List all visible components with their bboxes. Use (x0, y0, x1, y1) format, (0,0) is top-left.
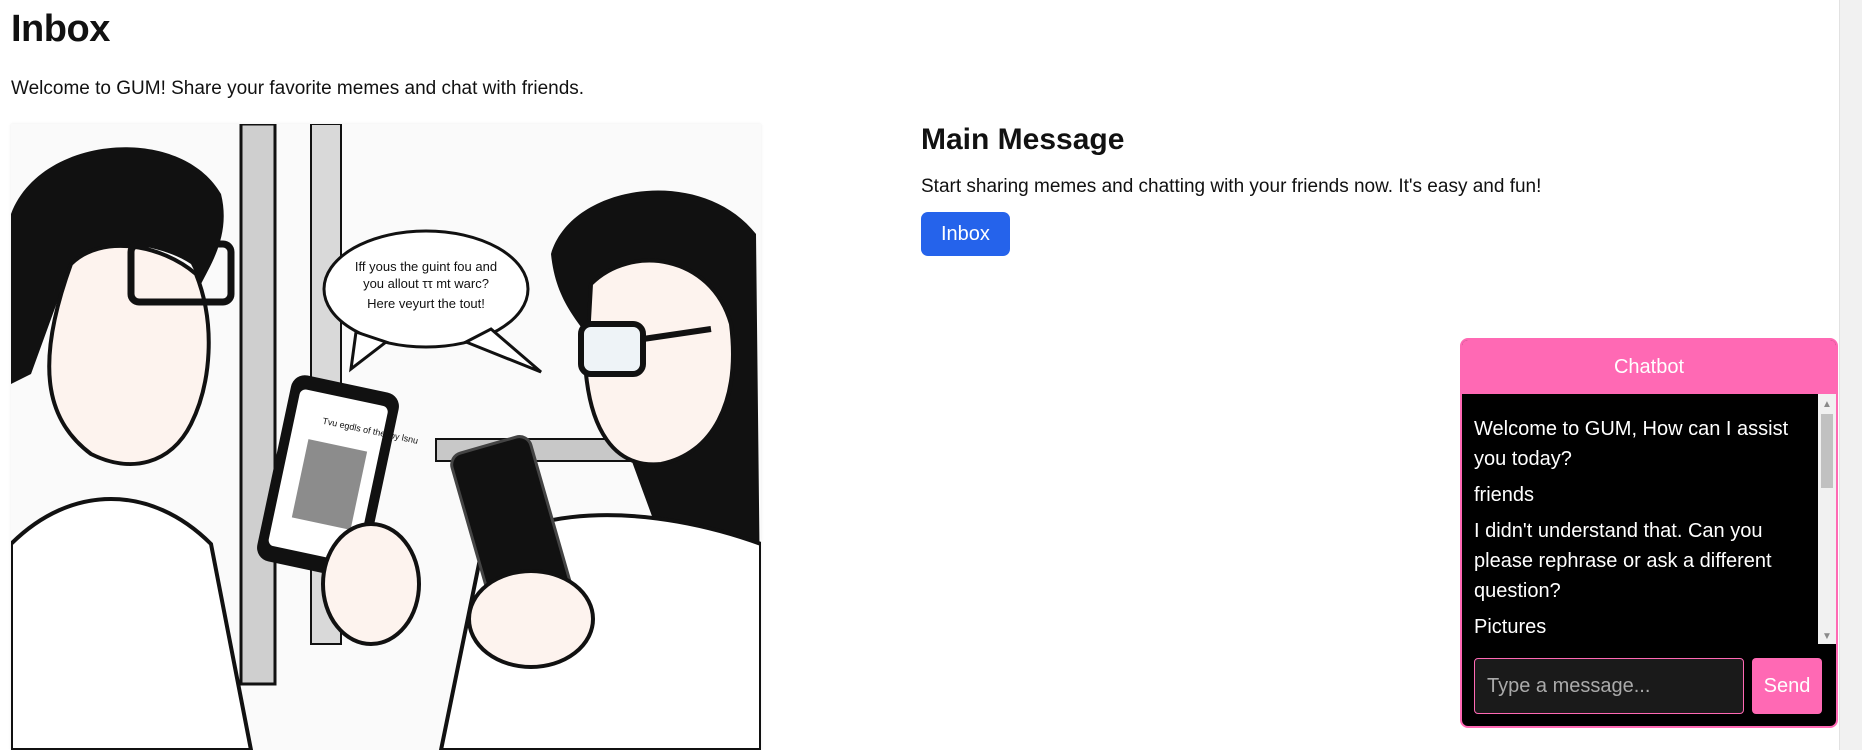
intro-text: Welcome to GUM! Share your favorite meme… (11, 78, 585, 99)
inbox-button[interactable]: Inbox (921, 212, 1010, 256)
chat-scroll-thumb[interactable] (1821, 414, 1833, 488)
chat-message: Pictures (1474, 616, 1547, 638)
main-message-heading: Main Message (921, 123, 1125, 156)
chat-scrollbar[interactable]: ▲ ▼ (1818, 394, 1836, 644)
chat-message: friends (1474, 484, 1535, 506)
bubble-line-1: Iff yous the guint fou and (355, 259, 497, 274)
page-title: Inbox (11, 8, 110, 50)
meme-illustration: Iff yous the guint fou and you allout ττ… (11, 124, 761, 750)
chat-message: I didn't understand that. Can you please… (1474, 520, 1772, 602)
scroll-down-arrow-icon[interactable]: ▼ (1818, 628, 1836, 644)
page-scrollbar[interactable] (1839, 0, 1862, 750)
chat-input-row: Send (1474, 658, 1824, 714)
bubble-line-2: you allout ττ mt warc? (363, 276, 489, 291)
chat-message-input[interactable] (1474, 658, 1744, 714)
main-message-section: Main Message Start sharing memes and cha… (921, 123, 1541, 256)
chatbot-title: Chatbot (1462, 340, 1836, 394)
chat-message-list[interactable]: Welcome to GUM, How can I assist you tod… (1462, 394, 1818, 644)
bubble-line-3: Here veyurt the tout! (367, 296, 485, 311)
main-message-text: Start sharing memes and chatting with yo… (921, 176, 1542, 197)
scroll-up-arrow-icon[interactable]: ▲ (1818, 396, 1836, 412)
send-button[interactable]: Send (1752, 658, 1822, 714)
chatbot-widget: Chatbot Welcome to GUM, How can I assist… (1460, 338, 1838, 728)
chat-message: Welcome to GUM, How can I assist you tod… (1474, 418, 1789, 470)
